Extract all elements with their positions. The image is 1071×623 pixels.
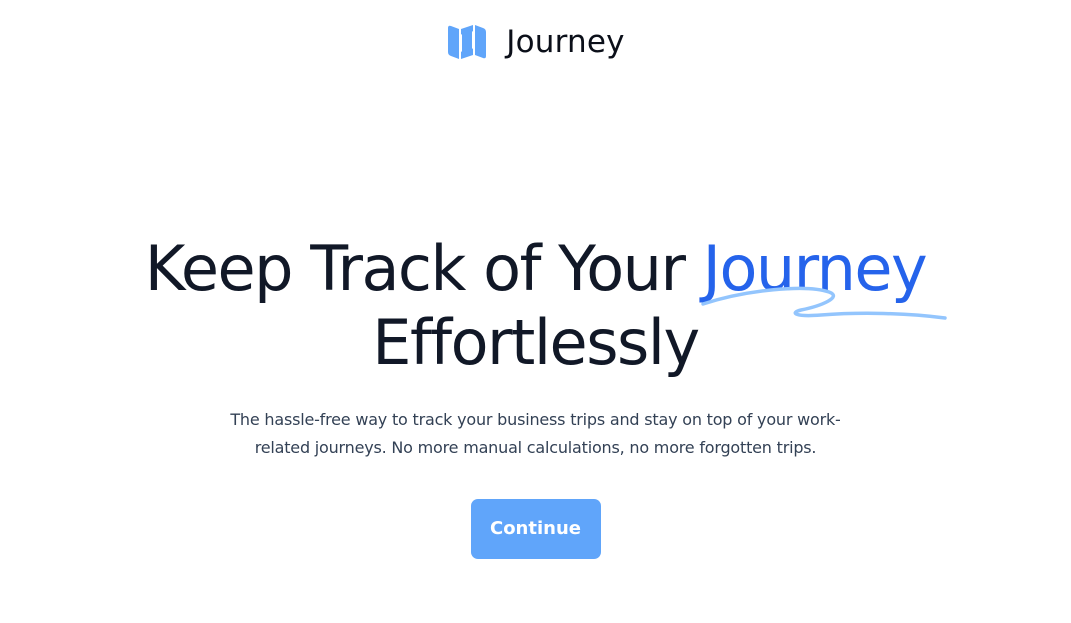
hero-section: Keep Track of Your Journey Effortlessly T… — [0, 232, 1071, 559]
headline-highlight: Journey — [702, 232, 928, 305]
brand-header: Journey — [0, 22, 1071, 62]
page-title: Keep Track of Your Journey Effortlessly — [0, 232, 1071, 380]
map-icon — [448, 25, 487, 59]
brand-name: Journey — [506, 24, 625, 60]
hero-subtitle: The hassle-free way to track your busine… — [230, 410, 841, 457]
headline-part1: Keep Track of Your — [144, 232, 703, 305]
headline-part2: Effortlessly — [372, 306, 700, 379]
landing-page: Journey Keep Track of Your Journey Effort… — [0, 0, 1071, 623]
headline-highlight-wrap: Journey — [700, 232, 947, 320]
continue-button[interactable]: Continue — [470, 499, 601, 559]
